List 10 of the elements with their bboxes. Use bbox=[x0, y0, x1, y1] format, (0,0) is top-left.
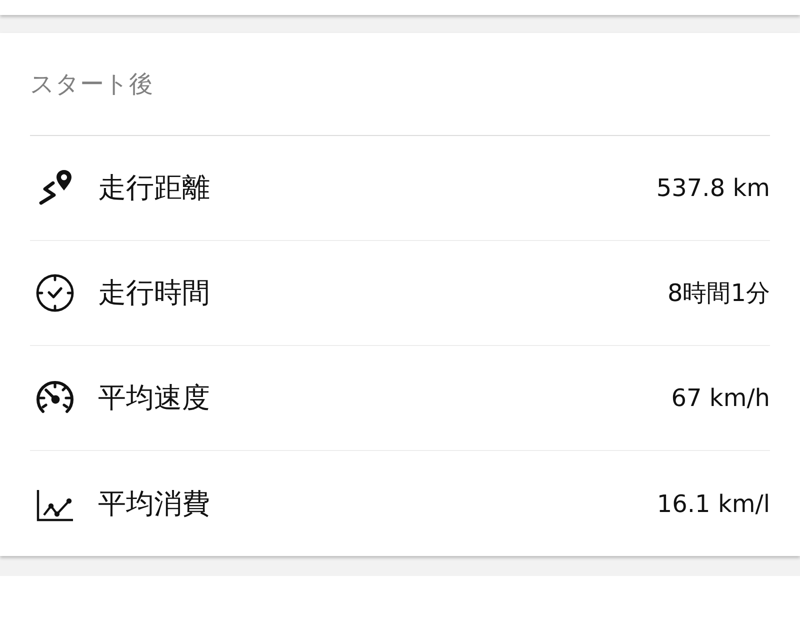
stat-value: 537.8 km bbox=[656, 173, 770, 204]
stat-value: 8時間1分 bbox=[667, 278, 770, 309]
stat-label: 走行時間 bbox=[98, 275, 210, 311]
clock-icon bbox=[35, 273, 75, 313]
stat-label: 平均速度 bbox=[98, 380, 210, 416]
stat-label: 走行距離 bbox=[98, 170, 210, 206]
stat-label: 平均消費 bbox=[98, 486, 210, 522]
section-title: スタート後 bbox=[30, 69, 153, 100]
stat-value: 67 km/h bbox=[671, 383, 770, 414]
stat-value: 16.1 km/l bbox=[656, 488, 770, 520]
